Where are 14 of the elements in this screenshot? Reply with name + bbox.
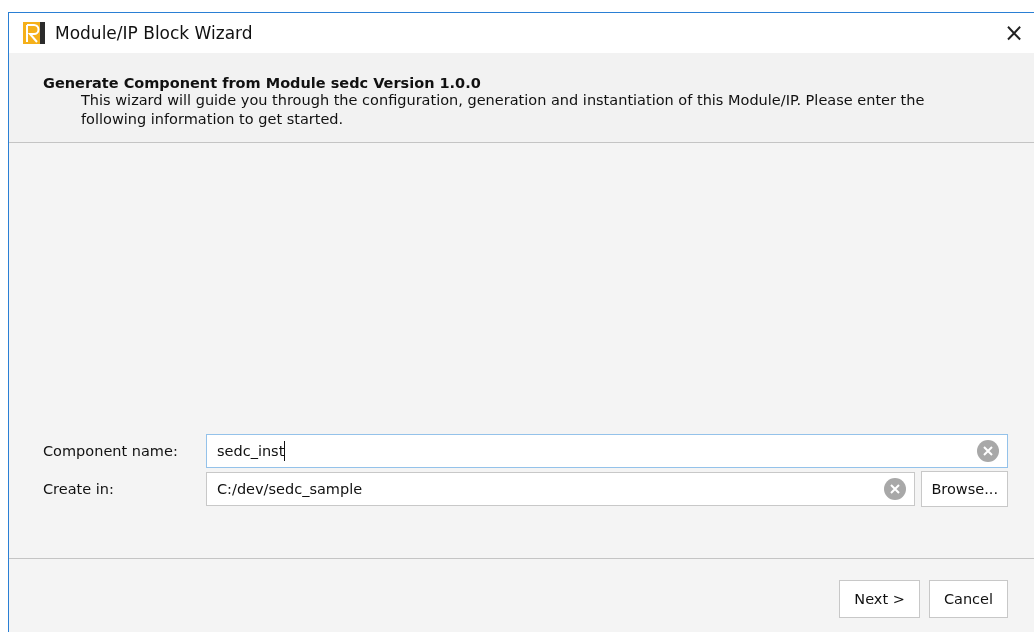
text-field[interactable]: C:/dev/sedc_sample (206, 472, 916, 506)
field-label: Component name: (43, 443, 179, 459)
header-description: This wizard will guide you through the configuration, generation and instantiation of this Module/IP. Please enter the following information to get started. (80, 91, 926, 129)
field-label: Create in: (43, 481, 115, 497)
clear-icon[interactable] (884, 478, 907, 500)
app-logo-icon (23, 22, 45, 44)
window-title: Module/IP Block Wizard (55, 23, 254, 43)
next-button[interactable]: Next > (839, 579, 920, 618)
header-title: Generate Component from Module sedc Version 1.0.0 (43, 75, 482, 91)
clear-icon[interactable] (977, 440, 999, 462)
browse-button[interactable]: Browse... (921, 471, 1008, 507)
close-icon[interactable]: × (994, 19, 1034, 47)
cancel-button[interactable]: Cancel (928, 579, 1008, 618)
text-field[interactable]: sedc_inst (206, 434, 1008, 468)
